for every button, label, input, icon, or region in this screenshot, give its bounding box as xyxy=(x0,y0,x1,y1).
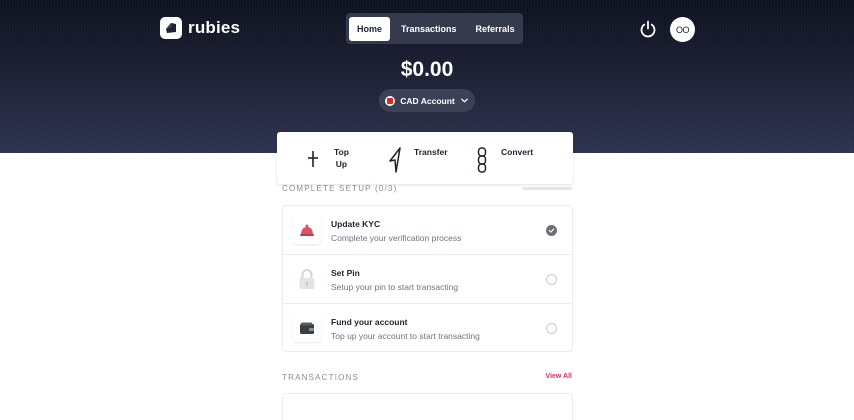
avatar[interactable]: OO xyxy=(670,17,695,42)
wallet-icon xyxy=(293,314,321,342)
lock-icon xyxy=(293,265,321,293)
setup-item-set-pin[interactable]: Set Pin Setup your pin to start transact… xyxy=(283,254,572,302)
app-logo[interactable]: rubies xyxy=(160,17,240,39)
setup-item-title: Update KYC xyxy=(331,219,381,229)
canada-flag-icon xyxy=(385,95,396,106)
convert-label: Convert xyxy=(501,147,534,157)
convert-button[interactable]: Convert xyxy=(476,146,533,178)
complete-setup-header: COMPLETE SETUP (0/3) xyxy=(282,184,398,193)
view-all-link[interactable]: View All xyxy=(546,373,572,380)
setup-item-title: Set Pin xyxy=(331,268,360,278)
tab-referrals[interactable]: Referrals xyxy=(468,17,523,41)
check-empty-icon xyxy=(546,323,557,334)
power-icon[interactable] xyxy=(638,19,658,39)
transactions-list xyxy=(282,393,573,420)
setup-item-update-kyc[interactable]: Update KYC Complete your verification pr… xyxy=(283,206,572,254)
rubies-logo-mark-icon xyxy=(160,17,182,39)
plus-icon xyxy=(307,150,319,173)
check-empty-icon xyxy=(546,274,557,285)
top-up-label-line2: Up xyxy=(335,159,348,169)
account-selector[interactable]: CAD Account xyxy=(379,89,475,112)
setup-item-description: Complete your verification process xyxy=(331,233,462,243)
kyc-bell-icon xyxy=(293,216,321,244)
transfer-label: Transfer xyxy=(414,147,448,157)
top-up-label-line1: Top xyxy=(334,147,349,157)
send-arrow-icon xyxy=(389,147,401,178)
quick-actions-card: Top Up Transfer Convert xyxy=(277,132,573,184)
account-label: CAD Account xyxy=(400,95,455,106)
app-logo-text: rubies xyxy=(188,18,241,37)
chevron-down-icon xyxy=(460,92,469,110)
main-nav: Home Transactions Referrals xyxy=(346,13,523,44)
setup-item-title: Fund your account xyxy=(331,317,408,327)
check-done-icon xyxy=(546,225,557,236)
tab-home[interactable]: Home xyxy=(349,16,391,41)
setup-item-description: Top up your account to start transacting xyxy=(331,331,480,341)
transactions-header: TRANSACTIONS xyxy=(282,373,360,382)
transfer-button[interactable]: Transfer xyxy=(389,146,448,178)
setup-item-fund-account[interactable]: Fund your account Top up your account to… xyxy=(283,303,572,351)
tab-transactions[interactable]: Transactions xyxy=(393,17,465,41)
convert-chain-icon xyxy=(476,147,488,178)
setup-item-description: Setup your pin to start transacting xyxy=(331,282,459,292)
setup-list: Update KYC Complete your verification pr… xyxy=(282,205,573,352)
top-up-button[interactable]: Top Up xyxy=(307,146,349,173)
setup-progress-bar xyxy=(522,187,572,190)
balance-amount: $0.00 xyxy=(400,58,454,81)
